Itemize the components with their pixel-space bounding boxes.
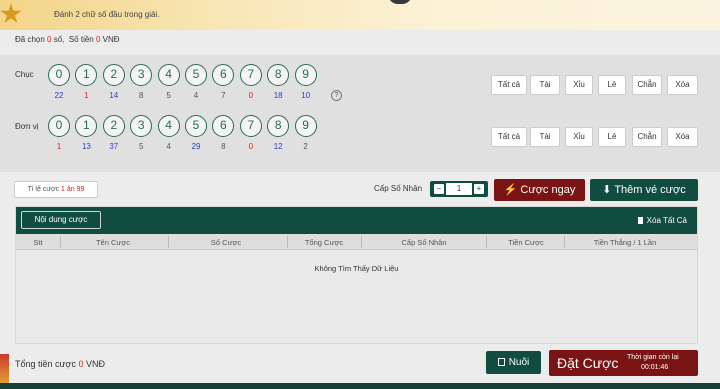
top-notch bbox=[388, 0, 412, 4]
units-digit-0[interactable]: 0 bbox=[48, 115, 70, 137]
tens-digit-3[interactable]: 3 bbox=[130, 64, 153, 86]
units-quick-even-button[interactable]: Chẵn bbox=[632, 127, 662, 147]
tens-digit-9[interactable]: 9 bbox=[294, 64, 317, 86]
time-left-label: Thời gian còn lại bbox=[627, 354, 679, 361]
tens-frequency-9: 10 bbox=[301, 91, 311, 100]
units-frequency-1: 13 bbox=[81, 142, 91, 151]
column-divider bbox=[564, 236, 565, 248]
tens-quick-odd-button[interactable]: Lẻ bbox=[598, 75, 626, 95]
units-quick-big-button[interactable]: Tài bbox=[530, 127, 560, 147]
units-frequency-0: 1 bbox=[56, 142, 62, 151]
units-digit-9[interactable]: 9 bbox=[294, 115, 317, 137]
tens-frequency-8: 18 bbox=[273, 91, 283, 100]
number-picker: Chục Đơn vị 0 22 1 1 2 14 3 8 4 5 5 4 6 7 7 0 8 18 9 10 011… bbox=[0, 55, 720, 172]
tens-digit-0[interactable]: 0 bbox=[48, 64, 70, 86]
units-digit-6[interactable]: 6 bbox=[212, 115, 235, 137]
tens-digit-7[interactable]: 7 bbox=[239, 64, 262, 86]
column-divider bbox=[60, 236, 61, 248]
tens-digit-5[interactable]: 5 bbox=[185, 64, 207, 86]
tab-bet-content[interactable]: Nội dung cược bbox=[21, 211, 101, 229]
column-header-5: Tiền Cược bbox=[508, 238, 544, 247]
column-divider bbox=[287, 236, 288, 248]
selection-summary: Đã chọn 0 số, Số tiền 0 VNĐ bbox=[15, 35, 120, 44]
bet-type-hint: Đánh 2 chữ số đầu trong giải. bbox=[54, 10, 160, 19]
bet-slip-panel: Nội dung cược Xóa Tất Cả Stt Tên Cược Số C… bbox=[15, 206, 698, 344]
units-frequency-8: 12 bbox=[273, 142, 283, 151]
tens-quick-big-button[interactable]: Tài bbox=[530, 75, 560, 95]
download-icon: ⬇ bbox=[602, 184, 612, 196]
calendar-icon bbox=[497, 358, 505, 366]
tens-frequency-6: 7 bbox=[221, 91, 226, 100]
bet-table-header: Stt Tên Cược Số Cược Tổng Cược Cấp Số Nhân Ti… bbox=[16, 234, 697, 250]
multiplier-label: Cấp Số Nhân bbox=[374, 184, 423, 193]
countdown-timer: 00:01:46 bbox=[641, 364, 669, 371]
units-digit-4[interactable]: 4 bbox=[157, 115, 180, 137]
tens-frequency-3: 8 bbox=[138, 91, 144, 100]
units-frequency-2: 37 bbox=[109, 142, 119, 151]
nuoi-button[interactable]: Nuôi bbox=[486, 351, 541, 374]
tens-frequency-0: 22 bbox=[54, 91, 64, 100]
units-digit-5[interactable]: 5 bbox=[185, 115, 207, 137]
tens-digit-6[interactable]: 6 bbox=[212, 64, 235, 86]
column-divider bbox=[486, 236, 487, 248]
bottom-bar bbox=[0, 383, 720, 389]
total-bet-amount: Tổng tiền cược 0 VNĐ bbox=[15, 359, 105, 369]
tens-digit-2[interactable]: 2 bbox=[102, 64, 125, 86]
trash-icon bbox=[637, 217, 643, 224]
quick-bet-button[interactable]: ⚡ Cược ngay bbox=[494, 179, 585, 201]
column-divider bbox=[168, 236, 169, 248]
help-icon[interactable]: ? bbox=[331, 90, 342, 101]
column-header-6: Tiền Thắng / 1 Lần bbox=[593, 238, 657, 247]
units-frequency-5: 29 bbox=[191, 142, 201, 151]
column-header-3: Tổng Cược bbox=[304, 238, 344, 247]
column-header-0: Stt bbox=[33, 238, 43, 247]
units-digit-1[interactable]: 1 bbox=[75, 115, 98, 137]
tens-quick-all-button[interactable]: Tất cả bbox=[491, 75, 527, 95]
clear-all-button[interactable]: Xóa Tất Cả bbox=[637, 216, 687, 225]
tens-quick-clear-button[interactable]: Xóa bbox=[667, 75, 698, 95]
column-header-2: Số Cược bbox=[210, 238, 242, 247]
tens-digit-1[interactable]: 1 bbox=[75, 64, 98, 86]
tens-quick-even-button[interactable]: Chẵn bbox=[632, 75, 662, 95]
tens-frequency-2: 14 bbox=[109, 91, 119, 100]
empty-table-message: Không Tìm Thấy Dữ Liệu bbox=[314, 264, 399, 273]
multiplier-decrement-button[interactable]: − bbox=[434, 184, 444, 194]
units-row-label: Đơn vị bbox=[15, 122, 39, 131]
units-frequency-6: 8 bbox=[221, 142, 226, 151]
corner-badge bbox=[0, 354, 9, 384]
multiplier-stepper: − 1 + bbox=[430, 181, 488, 197]
tens-frequency-7: 0 bbox=[248, 91, 254, 100]
units-quick-small-button[interactable]: Xỉu bbox=[565, 127, 593, 147]
add-to-slip-button[interactable]: ⬇ Thêm vé cược bbox=[590, 179, 698, 201]
column-header-1: Tên Cược bbox=[95, 238, 131, 247]
units-digit-3[interactable]: 3 bbox=[130, 115, 153, 137]
tens-row-label: Chục bbox=[15, 70, 34, 79]
info-banner: Đánh 2 chữ số đầu trong giải. bbox=[0, 0, 720, 30]
odds-ratio: Tỉ lệ cược 1 ăn 99 bbox=[14, 181, 98, 198]
multiplier-input[interactable]: 1 bbox=[446, 183, 472, 195]
units-digit-2[interactable]: 2 bbox=[102, 115, 125, 137]
bet-slip-header: Nội dung cược Xóa Tất Cả bbox=[16, 207, 697, 234]
lightning-icon: ⚡ bbox=[503, 184, 518, 196]
units-quick-all-button[interactable]: Tất cả bbox=[491, 127, 527, 147]
tens-frequency-4: 5 bbox=[166, 91, 171, 100]
multiplier-increment-button[interactable]: + bbox=[474, 184, 484, 194]
units-frequency-4: 4 bbox=[166, 142, 171, 151]
units-digit-7[interactable]: 7 bbox=[239, 115, 262, 137]
units-frequency-3: 5 bbox=[138, 142, 144, 151]
tens-frequency-5: 4 bbox=[193, 91, 199, 100]
units-quick-odd-button[interactable]: Lẻ bbox=[598, 127, 626, 147]
units-quick-clear-button[interactable]: Xóa bbox=[667, 127, 698, 147]
tens-digit-4[interactable]: 4 bbox=[157, 64, 180, 86]
tens-frequency-1: 1 bbox=[84, 91, 89, 100]
units-frequency-7: 0 bbox=[248, 142, 254, 151]
units-digit-8[interactable]: 8 bbox=[267, 115, 290, 137]
units-frequency-9: 2 bbox=[303, 142, 308, 151]
place-bet-button[interactable]: Đặt Cược Thời gian còn lại 00:01:46 bbox=[549, 350, 698, 376]
tens-quick-small-button[interactable]: Xỉu bbox=[565, 75, 593, 95]
star-icon bbox=[0, 3, 22, 24]
tens-digit-8[interactable]: 8 bbox=[267, 64, 290, 86]
column-divider bbox=[361, 236, 362, 248]
column-header-4: Cấp Số Nhân bbox=[401, 238, 447, 247]
